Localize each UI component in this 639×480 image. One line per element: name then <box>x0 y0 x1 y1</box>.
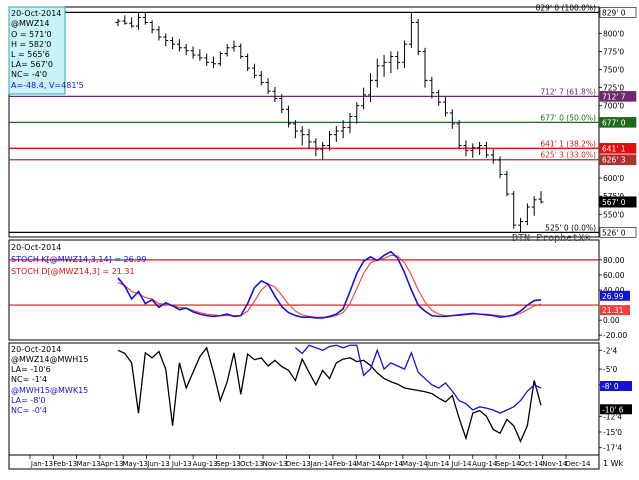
price-symbol: @MWZ14 <box>11 19 49 28</box>
spread1-change: NC= -1'4 <box>11 375 47 384</box>
watermark: DTN ProphetX® <box>512 233 591 244</box>
price-net-change: NC= -4'0 <box>11 70 47 79</box>
stochastic-k-legend: STOCH K[@MWZ14,3,14] = 26.99 <box>11 255 146 264</box>
x-tick-label: Jul-14 <box>451 460 472 468</box>
stochastic-date: 20-Oct-2014 <box>11 243 61 252</box>
spread2-change: NC= -0'4 <box>11 406 47 415</box>
price-date: 20-Oct-2014 <box>11 9 61 18</box>
stoch-tag: 21.31 <box>602 306 624 315</box>
x-tick-label: Sep-14 <box>496 460 521 468</box>
price-low: L = 565'6 <box>11 50 50 59</box>
x-tick-label: Aug-13 <box>193 460 218 468</box>
x-tick-label: Feb-14 <box>333 460 357 468</box>
retracement-tag: 641' 1 <box>602 144 626 153</box>
stoch-tag: 26.99 <box>602 292 624 301</box>
x-tick-label: Jan-13 <box>30 460 53 468</box>
x-tick-label: Dec-13 <box>286 460 311 468</box>
price-y-tick-label: 775'0 <box>603 47 624 56</box>
x-tick-label: Jul-13 <box>171 460 192 468</box>
x-tick-label: Jun-14 <box>426 460 450 468</box>
spread-y-tick-label: -15'0 <box>603 428 622 437</box>
x-tick-label: Apr-14 <box>380 460 404 468</box>
x-tick-label: Jun-13 <box>146 460 169 468</box>
price-y-tick-label: 600'0 <box>603 174 624 183</box>
x-tick-label: Feb-13 <box>53 460 77 468</box>
retracement-label: 625' 3 (33.0%) <box>540 151 596 160</box>
price-open: O = 571'0 <box>11 30 52 39</box>
chart-canvas: 829' 0 (100.0%) 829' 0 712' 7 (61.8%) 712' … <box>8 3 637 470</box>
x-tick-label: Nov-14 <box>542 460 567 468</box>
x-tick-label: Sep-13 <box>216 460 241 468</box>
spread-tag: -10' 6 <box>602 405 624 414</box>
retracement-tag: 526' 0 <box>602 228 626 237</box>
x-tick-label: Oct-14 <box>520 460 544 468</box>
spread1-name: @MWZ14@MWH15 <box>11 355 88 364</box>
spread2-name: @MWH15@MWK15 <box>11 386 88 395</box>
retracement-label: 525' 0 (0.0%) <box>545 223 596 232</box>
x-tick-label: Apr-13 <box>100 460 123 468</box>
stoch-y-tick-label: -20.00 <box>603 331 627 340</box>
x-tick-label: Oct-13 <box>240 460 264 468</box>
price-y-tick-label: 700'0 <box>603 102 624 111</box>
period-label: 1 Wk <box>603 459 624 468</box>
retracement-label: 641' 1 (38.2%) <box>540 139 596 148</box>
spread-y-tick-label: -17'4 <box>603 444 622 453</box>
x-tick-label: Mar-13 <box>77 460 101 468</box>
x-tick-label: Aug-14 <box>472 460 498 468</box>
last-price-tag: 567' 0 <box>602 198 626 207</box>
spread1-last: LA= -10'6 <box>11 365 51 374</box>
price-y-tick-label: 800'0 <box>603 29 624 38</box>
stoch-y-tick-label: 60.00 <box>603 271 625 280</box>
stochastic-d-legend: STOCH D[@MWZ14,3] = 21.31 <box>11 267 135 276</box>
spread-date: 20-Oct-2014 <box>11 345 61 354</box>
retracement-label: 677' 0 (50.0%) <box>540 113 596 122</box>
stoch-y-tick-label: 0.00 <box>603 316 620 325</box>
x-tick-label: May-14 <box>402 460 428 468</box>
stoch-y-tick-label: 80.00 <box>603 256 625 265</box>
spread-tag: -8' 0 <box>602 382 619 391</box>
retracement-label: 712' 7 (61.8%) <box>540 87 596 96</box>
price-y-tick-label: 550'0 <box>603 210 624 219</box>
x-tick-label: Dec-14 <box>566 460 592 468</box>
price-y-tick-label: 750'0 <box>603 66 624 75</box>
price-last: LA= 567'0 <box>11 60 53 69</box>
chart-window: 829' 0 (100.0%) 829' 0 712' 7 (61.8%) 712' … <box>0 0 639 480</box>
price-y-tick-label: 725'0 <box>603 84 624 93</box>
x-tick-label: Jan-14 <box>310 460 334 468</box>
price-volume: A=-48.4, V=481'5 <box>11 81 84 90</box>
x-tick-label: May-13 <box>122 460 148 468</box>
spread-y-tick-label: -2'4 <box>603 346 618 355</box>
spread-panel <box>8 342 600 456</box>
x-tick-label: Nov-13 <box>263 460 288 468</box>
spread-y-tick-label: -5'0 <box>603 365 618 374</box>
x-tick-label: Mar-14 <box>356 460 381 468</box>
spread2-last: LA= -8'0 <box>11 396 46 405</box>
retracement-tag: 829' 0 <box>602 8 626 17</box>
price-high: H = 582'0 <box>11 40 51 49</box>
retracement-label: 829' 0 (100.0%) <box>536 3 596 12</box>
retracement-tag: 712' 7 <box>602 92 626 101</box>
retracement-tag: 677' 0 <box>602 118 626 127</box>
retracement-tag: 626' 3 <box>602 156 626 165</box>
